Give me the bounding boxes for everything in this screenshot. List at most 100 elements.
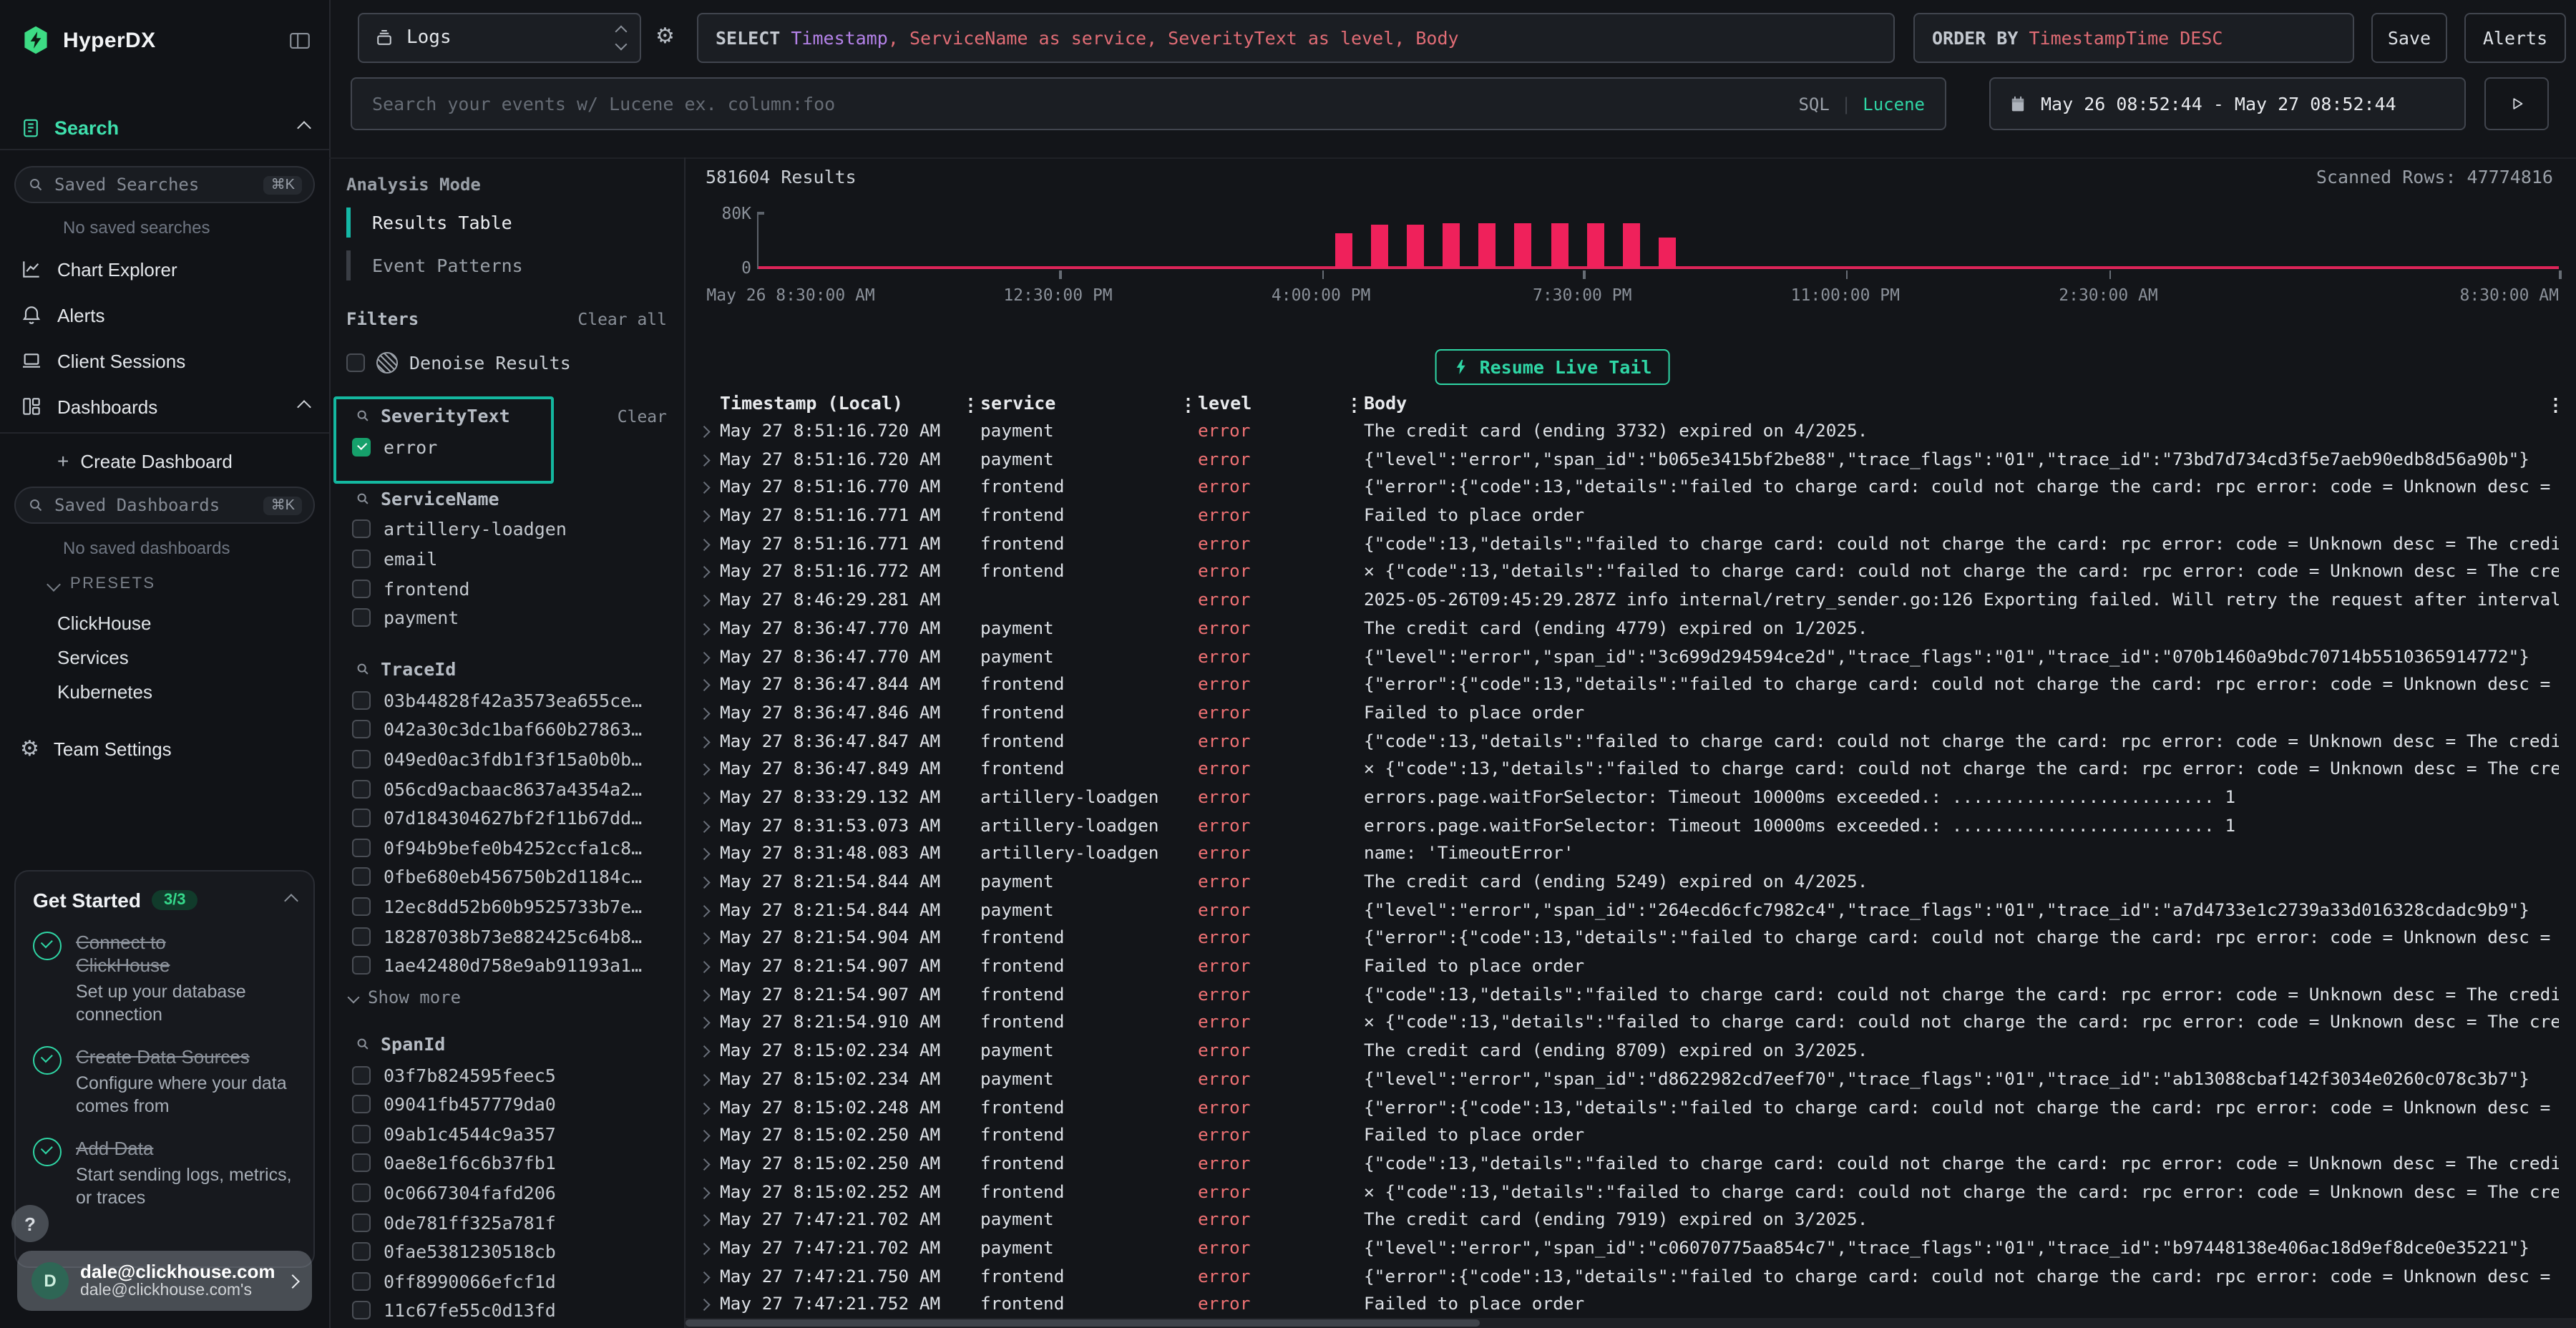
table-row[interactable]: May 27 8:15:02.250 AM frontend error Fai… [686,1122,2576,1150]
filter-value-row[interactable]: 03b44828f42a3573ea655ce… [346,685,667,715]
col-timestamp[interactable]: Timestamp (Local) [720,392,903,414]
filter-value-row[interactable]: 0ae8e1f6c6b37fb1 [346,1148,667,1178]
table-row[interactable]: May 27 8:33:29.132 AM artillery-loadgen … [686,784,2576,812]
table-row[interactable]: May 27 8:51:16.720 AM payment error {"le… [686,446,2576,474]
checkbox[interactable] [352,838,371,856]
checkbox[interactable] [352,1065,371,1084]
chevron-up-icon[interactable] [284,893,298,907]
sidebar-item-search[interactable]: Search [20,112,309,143]
checkbox[interactable] [352,1213,371,1231]
filter-value-row[interactable]: 056cd9acbaac8637a4354a2… [346,774,667,804]
row-expand-icon[interactable] [698,793,710,804]
row-expand-icon[interactable] [698,623,710,635]
row-expand-icon[interactable] [698,905,710,917]
filter-value-row[interactable]: 042a30c3dc1baf660b27863… [346,715,667,744]
row-expand-icon[interactable] [698,1215,710,1226]
row-expand-icon[interactable] [698,1187,710,1198]
row-expand-icon[interactable] [698,511,710,522]
col-service[interactable]: service [980,392,1055,414]
checkbox[interactable] [352,1272,371,1291]
column-grip-icon[interactable]: ⋮ [2547,394,2565,415]
row-expand-icon[interactable] [698,1131,710,1142]
get-started-step[interactable]: Add Data Start sending logs, metrics, or… [33,1138,296,1209]
get-started-step[interactable]: Create Data Sources Configure where your… [33,1046,296,1118]
checkbox[interactable] [352,579,371,597]
lucene-search-input[interactable]: Search your events w/ Lucene ex. column:… [351,77,1946,130]
table-row[interactable]: May 27 8:51:16.771 AM frontend error Fai… [686,502,2576,530]
row-expand-icon[interactable] [698,652,710,663]
row-expand-icon[interactable] [698,1018,710,1030]
table-row[interactable]: May 27 7:47:21.702 AM payment error {"le… [686,1235,2576,1263]
table-row[interactable]: May 27 8:36:47.770 AM payment error {"le… [686,643,2576,671]
sidebar-item-kubernetes[interactable]: Kubernetes [57,681,152,703]
table-row[interactable]: May 27 7:47:21.702 AM payment error The … [686,1207,2576,1235]
table-row[interactable]: May 27 8:51:16.772 AM frontend error ✕ {… [686,559,2576,587]
row-expand-icon[interactable] [698,539,710,550]
filter-value-row[interactable]: 0f94b9befe0b4252ccfa1c8… [346,833,667,862]
checkbox[interactable] [352,550,371,568]
checkbox[interactable] [352,779,371,798]
table-row[interactable]: May 27 8:36:47.846 AM frontend error Fai… [686,700,2576,728]
row-expand-icon[interactable] [698,426,710,438]
table-row[interactable]: May 27 8:21:54.844 AM payment error The … [686,869,2576,897]
table-row[interactable]: May 27 8:15:02.234 AM payment error The … [686,1038,2576,1065]
filter-value-row[interactable]: 0de781ff325a781f [346,1208,667,1237]
row-expand-icon[interactable] [698,1271,710,1283]
row-expand-icon[interactable] [698,821,710,832]
source-select[interactable]: Logs [358,13,641,63]
sidebar-item-dashboards[interactable]: Dashboards [20,389,309,424]
checkbox[interactable] [352,1095,371,1114]
clear-filter-button[interactable]: Clear [618,406,667,426]
resume-live-tail-button[interactable]: Resume Live Tail [1435,349,1671,385]
row-expand-icon[interactable] [698,764,710,776]
create-dashboard-button[interactable]: + Create Dashboard [57,449,233,472]
row-expand-icon[interactable] [698,567,710,579]
saved-dashboards-input[interactable]: Saved Dashboards ⌘K [14,487,315,524]
table-row[interactable]: May 27 8:31:53.073 AM artillery-loadgen … [686,812,2576,840]
table-row[interactable]: May 27 8:15:02.252 AM frontend error ✕ {… [686,1178,2576,1206]
filter-value-row[interactable]: frontend [346,574,667,603]
row-expand-icon[interactable] [698,877,710,889]
denoise-results-row[interactable]: Denoise Results [346,352,667,374]
chevron-up-icon[interactable] [297,399,311,414]
table-row[interactable]: May 27 8:21:54.907 AM frontend error {"c… [686,982,2576,1010]
table-row[interactable]: May 27 7:47:21.750 AM frontend error {"e… [686,1263,2576,1291]
saved-searches-input[interactable]: Saved Searches ⌘K [14,166,315,203]
table-row[interactable]: May 27 8:46:29.281 AM error 2025-05-26T0… [686,587,2576,615]
row-expand-icon[interactable] [698,933,710,944]
checkbox[interactable] [352,1302,371,1320]
row-expand-icon[interactable] [698,708,710,719]
order-by-input[interactable]: ORDER BY TimestampTime DESC [1913,13,2354,63]
checkbox[interactable] [352,927,371,945]
row-expand-icon[interactable] [698,849,710,860]
column-grip-icon[interactable]: ⋮ [1345,394,1363,415]
row-expand-icon[interactable] [698,482,710,494]
sql-mode-toggle[interactable]: SQL [1798,94,1829,114]
time-range-picker[interactable]: May 26 08:52:44 - May 27 08:52:44 [1989,77,2466,130]
row-expand-icon[interactable] [698,1299,710,1311]
events-histogram[interactable]: 80K 0 May 26 8:30:00 AM12:30:00 PM4:00:0… [706,195,2562,306]
table-row[interactable]: May 27 8:36:47.849 AM frontend error ✕ {… [686,756,2576,784]
table-row[interactable]: May 27 8:31:48.083 AM artillery-loadgen … [686,841,2576,869]
checkbox[interactable] [352,520,371,539]
sidebar-item-chart-explorer[interactable]: Chart Explorer [20,252,309,286]
filter-value-row[interactable]: 0ff8990066efcf1d [346,1266,667,1296]
get-started-step[interactable]: Connect to ClickHouse Set up your databa… [33,932,296,1026]
sidebar-item-team-settings[interactable]: ⚙ Team Settings [20,738,172,760]
row-expand-icon[interactable] [698,1103,710,1114]
table-row[interactable]: May 27 8:15:02.248 AM frontend error {"e… [686,1094,2576,1122]
table-row[interactable]: May 27 8:21:54.904 AM frontend error {"e… [686,925,2576,953]
scrollbar-thumb[interactable] [686,1319,1480,1327]
alerts-button[interactable]: Alerts [2464,13,2566,63]
col-body[interactable]: Body [1364,392,1407,414]
table-row[interactable]: May 27 8:51:16.770 AM frontend error {"e… [686,474,2576,502]
checkbox[interactable] [352,1183,371,1202]
sidebar-item-client-sessions[interactable]: Client Sessions [20,343,309,378]
table-row[interactable]: May 27 8:15:02.250 AM frontend error {"c… [686,1151,2576,1178]
filter-value-row[interactable]: 07d184304627bf2f11b67dd… [346,804,667,833]
checkbox[interactable] [352,1243,371,1261]
col-level[interactable]: level [1198,392,1252,414]
filter-value-row[interactable]: error [346,432,667,462]
mode-event-patterns[interactable]: Event Patterns [346,250,667,280]
row-expand-icon[interactable] [698,1046,710,1058]
